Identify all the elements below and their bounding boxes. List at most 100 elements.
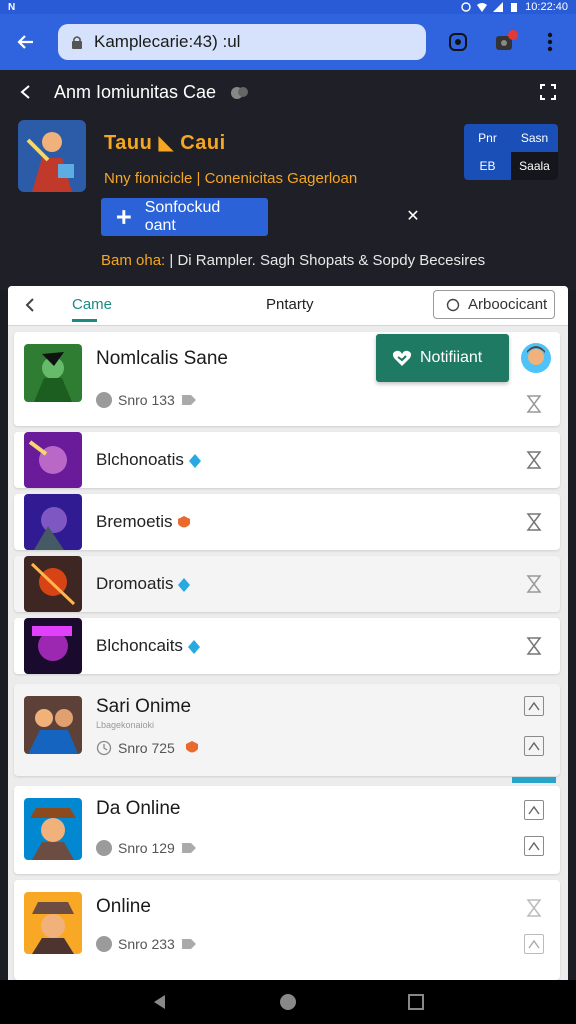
caret-up-icon bbox=[528, 805, 540, 815]
advanced-button[interactable]: Arboocicant bbox=[433, 290, 555, 319]
game-name: Sari Onime bbox=[96, 696, 192, 717]
nav-recents-icon[interactable] bbox=[407, 993, 425, 1011]
fullscreen-icon[interactable] bbox=[538, 82, 558, 102]
game-name: Blchonoatis bbox=[96, 450, 202, 470]
game-name: Tauu ◣ Caui bbox=[104, 132, 226, 154]
hourglass-icon[interactable] bbox=[524, 450, 544, 470]
system-nav-bar bbox=[0, 980, 576, 1024]
status-bar: N 10:22:40 bbox=[0, 0, 576, 14]
game-list-item[interactable]: Sari Onime Lbagekonaioki Snro 725 bbox=[14, 684, 560, 776]
overflow-menu-button[interactable] bbox=[538, 30, 562, 54]
wifi-icon bbox=[477, 3, 488, 12]
footer-text: | Di Rampler. Sagh Shopats & Sopdy Beces… bbox=[165, 252, 486, 269]
hourglass-icon[interactable] bbox=[524, 636, 544, 656]
scroll-indicator bbox=[512, 777, 556, 783]
battery-icon bbox=[511, 3, 518, 12]
expand-button[interactable] bbox=[524, 696, 544, 716]
game-list-item[interactable]: Blchonoatis bbox=[14, 432, 560, 488]
game-list-panel: Came Pntarty Arboocicant Nomlcalis Sane … bbox=[8, 286, 568, 980]
avatar-button[interactable] bbox=[512, 334, 560, 382]
game-thumbnail bbox=[24, 798, 82, 860]
game-name: Da Online bbox=[96, 798, 181, 819]
coin-icon bbox=[96, 936, 112, 952]
lock-icon bbox=[72, 36, 82, 49]
game-thumbnail bbox=[24, 618, 82, 674]
game-subtitle: Nny fionicicle | Conenicitas Gagerloan bbox=[104, 170, 358, 187]
arrow-left-icon bbox=[17, 35, 33, 49]
game-stat: Snro 725 bbox=[96, 740, 199, 756]
game-thumbnail bbox=[24, 494, 82, 550]
diamond-icon bbox=[187, 639, 200, 654]
status-left-label: N bbox=[8, 1, 16, 13]
hourglass-icon[interactable] bbox=[524, 394, 544, 414]
game-stat: Snro 133 bbox=[96, 392, 197, 408]
cta-label: Sonfockud oant bbox=[144, 199, 221, 234]
expand-button[interactable] bbox=[524, 800, 544, 820]
header-btn-bottom-right[interactable]: Saala bbox=[511, 152, 558, 180]
record-button[interactable] bbox=[446, 30, 470, 54]
tag-icon bbox=[181, 843, 196, 853]
game-list-item[interactable]: Blchoncaits bbox=[14, 618, 560, 674]
game-name: Bremoetis bbox=[96, 512, 191, 532]
close-icon[interactable]: ✕ bbox=[404, 208, 422, 226]
header-action-grid: Pnr Sasn EB Saala bbox=[464, 124, 558, 180]
caret-up-icon bbox=[528, 701, 540, 711]
nav-home-icon[interactable] bbox=[279, 993, 297, 1011]
avatar bbox=[521, 343, 551, 373]
primary-cta-button[interactable]: Sonfockud oant bbox=[101, 198, 268, 236]
expand-button[interactable] bbox=[524, 934, 544, 954]
circle-icon bbox=[446, 298, 460, 311]
game-list-item[interactable]: Dromoatis bbox=[14, 556, 560, 612]
tab-game[interactable]: Came bbox=[72, 296, 112, 313]
extension-button[interactable] bbox=[492, 30, 518, 54]
status-time: 10:22:40 bbox=[525, 1, 568, 13]
shield-icon bbox=[177, 515, 190, 528]
browser-back-button[interactable] bbox=[10, 26, 42, 58]
header-btn-bottom-left[interactable]: EB bbox=[464, 152, 511, 180]
notification-button[interactable]: Notifiiant bbox=[376, 334, 509, 382]
header-btn-top-right[interactable]: Sasn bbox=[511, 124, 558, 152]
browser-toolbar: Kamplecarie:43) :ul bbox=[0, 14, 576, 70]
advanced-label: Arboocicant bbox=[468, 296, 548, 313]
game-name: Nomlcalis Sane bbox=[96, 348, 228, 369]
game-thumbnail bbox=[24, 892, 82, 954]
page-title: Anm Iomiunitas Cae bbox=[54, 81, 217, 102]
caret-up-icon bbox=[528, 939, 540, 949]
game-thumbnail bbox=[24, 432, 82, 488]
back-chevron-icon[interactable] bbox=[18, 84, 34, 100]
tab-priority[interactable]: Pntarty bbox=[266, 296, 314, 313]
game-list-item[interactable]: Bremoetis bbox=[14, 494, 560, 550]
game-list-item[interactable]: Online Snro 233 bbox=[14, 880, 560, 980]
heart-icon bbox=[392, 350, 412, 366]
stat-value: Snro 725 bbox=[118, 740, 175, 756]
coin-icon bbox=[96, 392, 112, 408]
game-thumbnail bbox=[24, 344, 82, 402]
hourglass-icon[interactable] bbox=[524, 512, 544, 532]
tab-active-indicator bbox=[72, 319, 97, 322]
tab-back-icon[interactable] bbox=[22, 296, 38, 314]
more-vert-icon bbox=[547, 32, 553, 52]
hourglass-icon[interactable] bbox=[524, 574, 544, 594]
address-bar[interactable]: Kamplecarie:43) :ul bbox=[58, 24, 426, 60]
game-list-item[interactable]: Da Online Snro 129 bbox=[14, 786, 560, 874]
caret-up-icon bbox=[528, 841, 540, 851]
hourglass-icon[interactable] bbox=[524, 898, 544, 918]
nav-back-icon[interactable] bbox=[151, 993, 169, 1011]
header-btn-top-left[interactable]: Pnr bbox=[464, 124, 511, 152]
caret-up-icon bbox=[528, 741, 540, 751]
game-name: Online bbox=[96, 896, 151, 917]
stat-value: Snro 129 bbox=[118, 840, 175, 856]
diamond-icon bbox=[178, 577, 191, 592]
game-name: Dromoatis bbox=[96, 574, 191, 594]
tag-icon bbox=[181, 395, 196, 405]
notification-label: Notifiiant bbox=[420, 349, 483, 366]
expand-button[interactable] bbox=[524, 736, 544, 756]
header-footer-text: Bam oha: | Di Rampler. Sagh Shopats & So… bbox=[101, 252, 485, 269]
shield-icon bbox=[185, 741, 198, 753]
game-thumbnail bbox=[24, 556, 82, 612]
game-header: Anm Iomiunitas Cae Tauu ◣ Caui Nny fioni… bbox=[0, 70, 576, 290]
clock-icon bbox=[96, 740, 112, 756]
plus-icon bbox=[116, 210, 131, 224]
expand-button[interactable] bbox=[524, 836, 544, 856]
game-subtitle: Lbagekonaioki bbox=[96, 720, 155, 730]
